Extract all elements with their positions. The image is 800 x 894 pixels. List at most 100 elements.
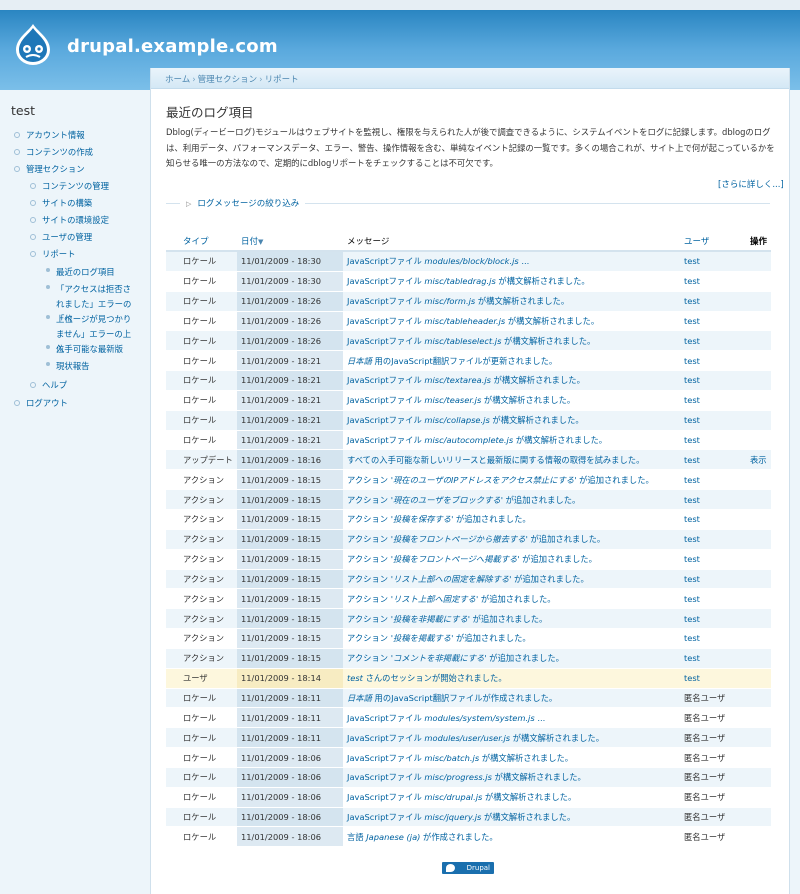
cell-message[interactable]: アクション 'リスト上部への固定を解除する' が追加されました。 (343, 569, 680, 590)
cell-operation[interactable]: 表示 (734, 449, 771, 471)
cell-user[interactable]: test (680, 410, 734, 431)
cell-message[interactable]: アクション 'リスト上部へ固定する' が追加されました。 (343, 588, 680, 610)
sidebar-item[interactable]: ログアウト (14, 397, 68, 409)
table-row: アクション 11/01/2009 - 18:15 アクション 'コメントを非掲載にす… (166, 648, 771, 669)
sidebar-item[interactable]: コンテンツの作成 (14, 146, 93, 158)
cell-message[interactable]: JavaScriptファイル misc/tableheader.js が構文解析… (343, 311, 680, 332)
cell-user[interactable]: test (680, 370, 734, 391)
cell-user[interactable]: test (680, 330, 734, 352)
cell-message[interactable]: JavaScriptファイル misc/tableselect.js が構文解析… (343, 330, 680, 352)
drupal-logo-icon[interactable] (12, 22, 54, 66)
cell-user[interactable]: test (680, 668, 734, 689)
sidebar-title: test (11, 103, 36, 118)
breadcrumb-reports[interactable]: リポート (265, 75, 299, 85)
sidebar-item[interactable]: アカウント情報 (14, 129, 85, 141)
cell-user[interactable]: test (680, 291, 734, 312)
sidebar-item[interactable]: ヘルプ (30, 379, 67, 391)
cell-operation (734, 430, 771, 451)
cell-user[interactable]: test (680, 608, 734, 630)
cell-date: 11/01/2009 - 18:11 (237, 688, 343, 709)
cell-message[interactable]: JavaScriptファイル misc/collapse.js が構文解析されま… (343, 410, 680, 431)
cell-date: 11/01/2009 - 18:26 (237, 291, 343, 312)
cell-message[interactable]: 日本語 用のJavaScript翻訳ファイルが作成されました。 (343, 688, 680, 709)
sidebar-item[interactable]: 現状報告 (46, 359, 136, 374)
sidebar-item-label: サイトの構築 (42, 198, 93, 208)
cell-user[interactable]: test (680, 648, 734, 669)
cell-message[interactable]: test さんのセッションが開始されました。 (343, 668, 680, 689)
cell-user[interactable]: test (680, 628, 734, 649)
cell-user[interactable]: test (680, 509, 734, 530)
breadcrumb-home[interactable]: ホーム (165, 75, 190, 85)
cell-operation (734, 291, 771, 312)
cell-date: 11/01/2009 - 18:21 (237, 430, 343, 451)
sidebar-item[interactable]: リポート (30, 248, 76, 260)
cell-user[interactable]: test (680, 350, 734, 372)
breadcrumb-admin[interactable]: 管理セクション (198, 75, 258, 85)
cell-operation (734, 569, 771, 590)
cell-user[interactable]: test (680, 588, 734, 610)
cell-message[interactable]: JavaScriptファイル misc/progress.js が構文解析されま… (343, 767, 680, 788)
sidebar-item[interactable]: サイトの環境設定 (30, 214, 109, 226)
cell-message[interactable]: 日本語 用のJavaScript翻訳ファイルが更新されました。 (343, 350, 680, 372)
cell-message[interactable]: アクション '投稿を保存する' が追加されました。 (343, 509, 680, 530)
cell-user[interactable]: test (680, 449, 734, 471)
powered-by-drupal-badge[interactable]: Drupal (442, 862, 494, 874)
header-date[interactable]: 日付▼ (237, 232, 343, 252)
table-row: ロケール 11/01/2009 - 18:06 JavaScriptファイル mis… (166, 747, 771, 768)
table-row: ロケール 11/01/2009 - 18:06 JavaScriptファイル mis… (166, 787, 771, 808)
cell-message[interactable]: JavaScriptファイル modules/block/block.js ..… (343, 251, 680, 272)
cell-message[interactable]: すべての入手可能な新しいリリースと最新版に関する情報の取得を試みました。 (343, 449, 680, 471)
cell-message[interactable]: JavaScriptファイル misc/drupal.js が構文解析されました… (343, 787, 680, 808)
sidebar-item[interactable]: 管理セクション (14, 163, 85, 175)
sidebar-item[interactable]: サイトの構築 (30, 197, 92, 209)
table-header-row: タイプ 日付▼ メッセージ ユーザ 操作 (166, 232, 771, 252)
filter-toggle[interactable]: ▷ ログメッセージの絞り込み (180, 197, 306, 209)
cell-type: アクション (166, 509, 237, 530)
cell-user[interactable]: test (680, 390, 734, 411)
cell-user[interactable]: test (680, 469, 734, 491)
cell-message[interactable]: JavaScriptファイル modules/user/user.js が構文解… (343, 727, 680, 749)
table-row: アクション 11/01/2009 - 18:15 アクション '投稿を非掲載にする'… (166, 608, 771, 630)
cell-type: アップデート (166, 449, 237, 471)
cell-message[interactable]: JavaScriptファイル misc/textarea.js が構文解析されま… (343, 370, 680, 391)
cell-date: 11/01/2009 - 18:15 (237, 569, 343, 590)
cell-message[interactable]: アクション '投稿をフロントページへ掲載する' が追加されました。 (343, 549, 680, 570)
cell-type: ロケール (166, 787, 237, 808)
sidebar-item[interactable]: 最近のログ項目 (46, 265, 136, 280)
cell-message[interactable]: JavaScriptファイル misc/autocomplete.js が構文解… (343, 430, 680, 451)
cell-date: 11/01/2009 - 18:06 (237, 807, 343, 828)
site-name-link[interactable]: drupal.example.com (67, 36, 278, 57)
cell-user[interactable]: test (680, 549, 734, 570)
sidebar-item[interactable]: コンテンツの管理 (30, 180, 109, 192)
cell-message[interactable]: アクション '投稿を非掲載にする' が追加されました。 (343, 608, 680, 630)
cell-message[interactable]: 言語 Japanese (ja) が作成されました。 (343, 826, 680, 848)
cell-user[interactable]: test (680, 271, 734, 292)
cell-message[interactable]: アクション '現在のユーザをブロックする' が追加されました。 (343, 489, 680, 510)
cell-message[interactable]: アクション 'コメントを非掲載にする' が追加されました。 (343, 648, 680, 669)
more-help-link[interactable]: [さらに詳しく...] (718, 178, 784, 190)
header-type[interactable]: タイプ (166, 232, 237, 252)
cell-message[interactable]: JavaScriptファイル misc/tabledrag.js が構文解析され… (343, 271, 680, 292)
cell-message[interactable]: アクション '投稿をフロントページから撤去する' が追加されました。 (343, 529, 680, 550)
cell-message[interactable]: アクション '現在のユーザのIPアドレスをアクセス禁止にする' が追加されました… (343, 469, 680, 491)
header-user[interactable]: ユーザ (680, 232, 734, 252)
cell-message[interactable]: JavaScriptファイル misc/teaser.js が構文解析されました… (343, 390, 680, 411)
cell-date: 11/01/2009 - 18:21 (237, 370, 343, 391)
cell-user[interactable]: test (680, 251, 734, 272)
bullet-icon (30, 233, 36, 240)
cell-message[interactable]: JavaScriptファイル misc/form.js が構文解析されました。 (343, 291, 680, 312)
cell-type: ロケール (166, 767, 237, 788)
cell-user[interactable]: test (680, 430, 734, 451)
cell-message[interactable]: アクション '投稿を掲載する' が追加されました。 (343, 628, 680, 649)
sidebar-item[interactable]: 入手可能な最新版 (46, 342, 136, 357)
cell-user[interactable]: test (680, 569, 734, 590)
cell-user: 匿名ユーザ (680, 787, 734, 808)
cell-user[interactable]: test (680, 489, 734, 510)
cell-message[interactable]: JavaScriptファイル modules/system/system.js … (343, 707, 680, 729)
cell-user[interactable]: test (680, 529, 734, 550)
sidebar-item[interactable]: ユーザの管理 (30, 231, 92, 243)
cell-message[interactable]: JavaScriptファイル misc/batch.js が構文解析されました。 (343, 747, 680, 768)
sidebar-item-label: 現状報告 (56, 361, 90, 371)
cell-user[interactable]: test (680, 311, 734, 332)
cell-message[interactable]: JavaScriptファイル misc/jquery.js が構文解析されました… (343, 807, 680, 828)
